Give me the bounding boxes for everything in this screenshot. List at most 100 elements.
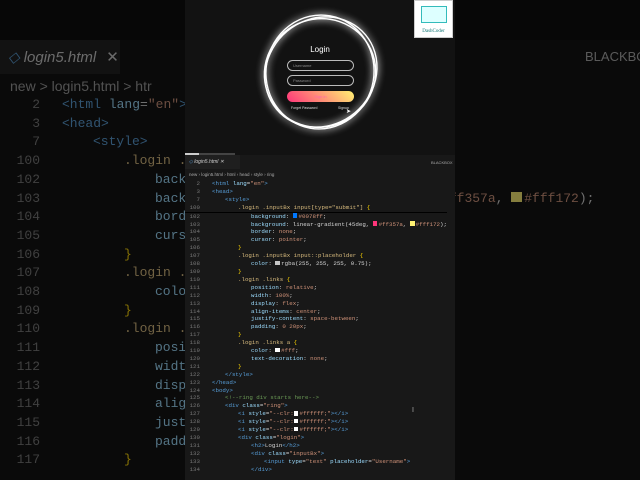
code-token: flex bbox=[282, 299, 297, 307]
code-area[interactable]: 2 <html lang="en"> 3 <head> 7 <style> 100 .logi… bbox=[185, 180, 447, 474]
code-token: <div bbox=[238, 434, 256, 441]
code-line: 103 background: linear-gradient(45deg, #f… bbox=[185, 221, 447, 229]
code-token: center bbox=[296, 307, 318, 315]
code-token: ></i> bbox=[330, 418, 349, 426]
username-input[interactable]: Username bbox=[287, 60, 354, 71]
code-line: 128 <i style="--clr: #ffffff;"></i> bbox=[185, 418, 447, 426]
code-token: } bbox=[238, 267, 242, 275]
code-line: 125 <!--ring div starts here--> bbox=[185, 394, 447, 402]
code-line: 131 <h2>Login</h2> bbox=[185, 442, 447, 450]
line-number: 111 bbox=[189, 283, 200, 291]
code-line: 100.login .inputBx input[type="submit"] … bbox=[185, 204, 447, 213]
code-token: </div> bbox=[251, 465, 272, 473]
line-number: 132 bbox=[189, 449, 200, 457]
color-swatch bbox=[293, 418, 299, 424]
color-swatch bbox=[293, 426, 299, 432]
line-number: 116 bbox=[16, 433, 40, 449]
line-number: 108 bbox=[16, 284, 40, 300]
code-token: <div bbox=[225, 402, 243, 410]
line-number: 123 bbox=[189, 378, 200, 386]
code-token: background bbox=[251, 212, 286, 220]
file-tab[interactable]: ◇ login5.html ✕ bbox=[185, 155, 240, 169]
forget-password-link[interactable]: Forget Password bbox=[291, 106, 317, 110]
line-number: 117 bbox=[16, 452, 40, 468]
breadcrumb-item[interactable]: style bbox=[254, 172, 263, 177]
code-token: ; bbox=[295, 347, 299, 355]
logo-text: DashCoder bbox=[422, 29, 445, 34]
line-number: 108 bbox=[189, 260, 200, 268]
code-token: align-items bbox=[251, 307, 290, 315]
line-number: 107 bbox=[16, 265, 40, 281]
code-token: style bbox=[248, 426, 266, 434]
line-number: 114 bbox=[16, 396, 40, 412]
code-token: .login .inputBx input::placeholder bbox=[238, 252, 360, 260]
code-line: 112width: 100%; bbox=[185, 292, 447, 300]
code-token: <i bbox=[238, 418, 249, 426]
line-number: 134 bbox=[189, 465, 200, 473]
line-number: 100 bbox=[189, 203, 200, 211]
code-token: > bbox=[406, 457, 411, 465]
line-number: 116 bbox=[189, 323, 200, 331]
code-line: 113display: flex; bbox=[185, 300, 447, 308]
code-token: } bbox=[238, 244, 242, 252]
code-line: 117} bbox=[185, 331, 447, 339]
code-token: color bbox=[251, 260, 269, 268]
signin-button[interactable]: Sign in bbox=[287, 91, 354, 102]
code-token: , bbox=[495, 190, 512, 206]
code-token: : bbox=[285, 212, 293, 220]
color-swatch bbox=[372, 221, 378, 226]
code-token: > bbox=[264, 180, 268, 187]
breadcrumb-item[interactable]: ring bbox=[267, 172, 275, 177]
line-number: 112 bbox=[16, 358, 40, 374]
password-input[interactable]: Password bbox=[287, 75, 354, 86]
code-token: placeholder bbox=[330, 457, 369, 465]
code-token: justify-content bbox=[251, 315, 304, 323]
line-number: 106 bbox=[16, 246, 40, 262]
line-number: 106 bbox=[189, 244, 200, 252]
code-token: : bbox=[268, 260, 276, 268]
code-line: 122 </style> bbox=[185, 371, 447, 379]
code-token: <i bbox=[238, 426, 249, 434]
line-number: 130 bbox=[189, 434, 200, 441]
breadcrumb-item[interactable]: html bbox=[227, 172, 236, 177]
line-number: 117 bbox=[189, 331, 200, 339]
code-token: <body> bbox=[212, 386, 233, 394]
close-icon[interactable]: ✕ bbox=[220, 159, 224, 165]
code-token: pointer bbox=[278, 236, 304, 244]
line-number: 109 bbox=[189, 267, 200, 275]
breadcrumb-item[interactable]: head bbox=[240, 172, 250, 177]
code-token: "Username" bbox=[371, 457, 407, 465]
code-line: 102 background: #0078ff; bbox=[185, 213, 447, 221]
tab-label: login5.html bbox=[194, 159, 219, 165]
code-token: class bbox=[255, 434, 273, 441]
code-token: "en" bbox=[147, 97, 180, 112]
code-token: <i bbox=[238, 410, 249, 418]
code-token: ; bbox=[322, 212, 327, 220]
code-token: "inputBx" bbox=[289, 449, 321, 457]
breadcrumb-item[interactable]: login5.html bbox=[201, 172, 223, 177]
code-token: type bbox=[288, 457, 303, 465]
code-line: 134 </div> bbox=[185, 466, 447, 474]
code-token: ); bbox=[440, 220, 447, 228]
login-title: Login bbox=[310, 45, 330, 54]
code-token: relative bbox=[285, 283, 314, 291]
line-number: 113 bbox=[189, 299, 200, 307]
color-swatch bbox=[292, 213, 298, 218]
code-token: "login" bbox=[276, 434, 301, 441]
background-tab: ◇ login5.html ✕ bbox=[0, 40, 120, 74]
code-token: position bbox=[251, 283, 279, 291]
code-token: { bbox=[366, 203, 371, 211]
code-editor: ◇ login5.html ✕ BLACKBOX new › login5.ht… bbox=[185, 155, 455, 480]
breadcrumb: new › login5.html › html › head › style … bbox=[189, 172, 274, 177]
line-number: 129 bbox=[189, 426, 200, 434]
color-swatch bbox=[409, 221, 415, 226]
code-line: 119 color: #fff; bbox=[185, 347, 447, 355]
color-swatch bbox=[275, 260, 280, 266]
code-token: ; bbox=[289, 291, 293, 299]
code-token: width bbox=[251, 291, 269, 299]
code-line: 3 <head> bbox=[185, 188, 447, 196]
line-number: 119 bbox=[189, 347, 200, 355]
line-number: 113 bbox=[16, 377, 40, 393]
code-token: ); bbox=[578, 190, 595, 206]
code-token: ></i> bbox=[330, 410, 349, 418]
